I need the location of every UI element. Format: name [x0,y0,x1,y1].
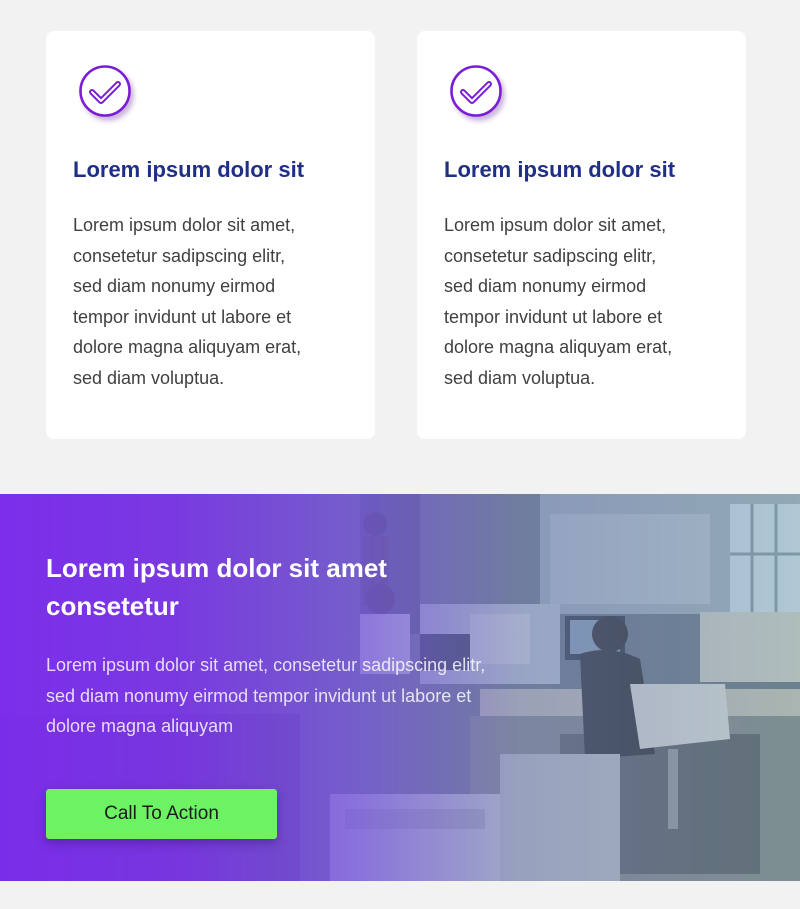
hero-title: Lorem ipsum dolor sit amet consetetur [46,553,387,621]
check-circle-icon [450,65,504,119]
feature-description: Lorem ipsum dolor sit amet, consetetur s… [73,215,302,388]
hero-banner: Lorem ipsum dolor sit amet consetetur Lo… [0,494,800,881]
feature-cards: Lorem ipsum dolor sit Lorem ipsum dolor … [0,31,800,439]
hero-description: Lorem ipsum dolor sit amet, consetetur s… [46,655,486,736]
feature-card: Lorem ipsum dolor sit Lorem ipsum dolor … [46,31,375,439]
feature-title: Lorem ipsum dolor sit [73,157,305,182]
feature-title: Lorem ipsum dolor sit [444,157,676,182]
feature-description: Lorem ipsum dolor sit amet, consetetur s… [444,215,673,388]
feature-card: Lorem ipsum dolor sit Lorem ipsum dolor … [417,31,746,439]
check-circle-icon [79,65,133,119]
call-to-action-button[interactable]: Call To Action [46,789,277,839]
